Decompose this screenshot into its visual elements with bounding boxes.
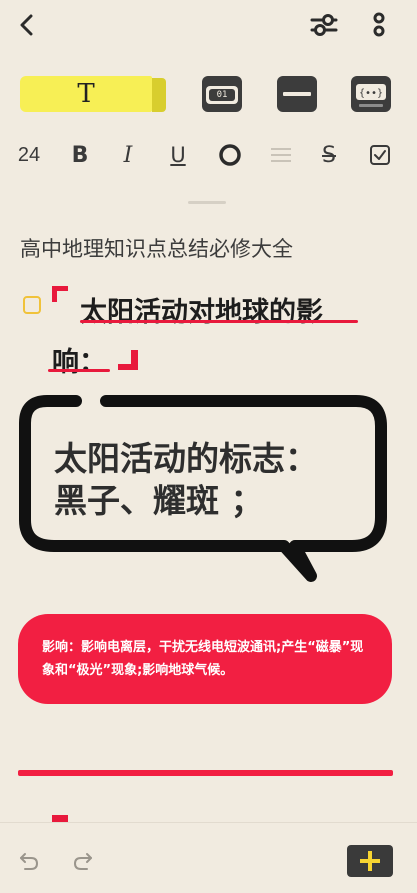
text-style-side	[152, 78, 166, 112]
font-size-value: 24	[17, 143, 41, 166]
font-size-button[interactable]: 24	[14, 140, 44, 170]
back-icon	[19, 14, 35, 36]
back-button[interactable]	[10, 8, 44, 42]
bubble-line-1: 太阳活动的标志：	[54, 439, 318, 478]
undo-button[interactable]	[14, 846, 44, 876]
divider-block-icon	[275, 74, 319, 114]
more-icon	[373, 12, 385, 38]
redo-icon	[72, 851, 94, 871]
counter-label: 01	[216, 90, 228, 100]
bold-label: B	[71, 142, 89, 168]
document-title[interactable]: 高中地理知识点总结必修大全	[20, 233, 293, 263]
text-style-button[interactable]: T	[20, 76, 166, 112]
bubble-text[interactable]: 太阳活动的标志： 黑子、耀斑 ；	[54, 438, 364, 522]
filter-button[interactable]	[306, 8, 342, 42]
heading-line-2[interactable]: 响：	[52, 340, 106, 379]
bubble-line-2: 黑子、耀斑 ；	[54, 481, 264, 520]
quote-mark-close	[118, 350, 138, 370]
filter-icon	[310, 13, 338, 37]
text-style-label: T	[77, 79, 95, 109]
checklist-button[interactable]	[366, 140, 394, 170]
circle-button[interactable]	[215, 140, 245, 170]
todo-checkbox[interactable]	[23, 296, 41, 314]
underline-label: U	[170, 143, 186, 167]
red-divider	[18, 770, 393, 776]
circle-icon	[218, 143, 242, 167]
checkbox-icon	[369, 144, 391, 166]
more-button[interactable]	[364, 8, 394, 42]
undo-icon	[18, 851, 40, 871]
heading-line-1[interactable]: 太阳活动对地球的影	[80, 290, 323, 329]
code-icon: {••}	[349, 74, 393, 114]
align-button[interactable]	[267, 140, 295, 170]
italic-label: I	[123, 142, 133, 168]
drag-handle[interactable]	[188, 201, 226, 204]
plus-icon	[358, 849, 382, 873]
svg-text:{••}: {••}	[359, 88, 383, 99]
counter-block-button[interactable]: 01	[200, 74, 244, 114]
impact-card[interactable]: 影响：影响电离层，干扰无线电短波通讯;产生“磁暴”现象和“极光”现象;影响地球气…	[18, 614, 392, 704]
heading-underline-2	[48, 369, 110, 372]
bold-button[interactable]: B	[66, 140, 94, 170]
divider-block-button[interactable]	[275, 74, 319, 114]
quote-mark-open	[52, 286, 68, 302]
add-block-button[interactable]	[347, 845, 393, 877]
underline-button[interactable]: U	[164, 140, 192, 170]
heading-underline-1	[80, 320, 358, 323]
strikethrough-button[interactable]: S	[315, 140, 343, 170]
align-icon	[270, 145, 292, 165]
code-block-button[interactable]: {••}	[349, 74, 393, 114]
italic-button[interactable]: I	[114, 140, 142, 170]
impact-card-text: 影响：影响电离层，干扰无线电短波通讯;产生“磁暴”现象和“极光”现象;影响地球气…	[42, 640, 364, 678]
strike-label: S	[322, 142, 336, 168]
redo-button[interactable]	[68, 846, 98, 876]
